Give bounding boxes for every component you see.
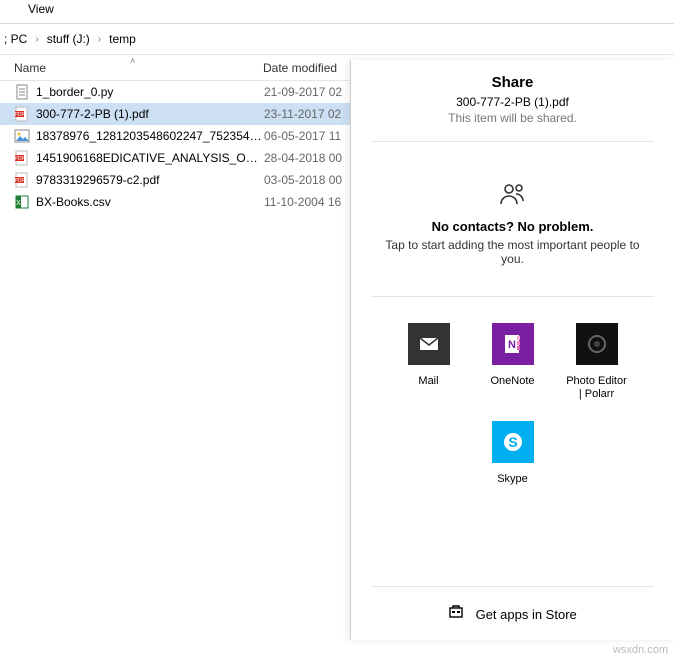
file-date: 21-09-2017 02 — [264, 85, 342, 99]
chevron-right-icon: › — [94, 34, 105, 45]
file-date: 06-05-2017 11 — [264, 129, 341, 143]
chevron-right-icon: › — [31, 34, 42, 45]
file-date: 23-11-2017 02 — [264, 107, 341, 121]
svg-text:PDF: PDF — [15, 112, 25, 118]
file-type-icon: PDF — [14, 150, 30, 166]
col-header-date[interactable]: Date modified — [263, 61, 350, 75]
breadcrumb-seg-drive[interactable]: stuff (J:) — [43, 32, 94, 46]
file-row[interactable]: X BX-Books.csv11-10-2004 16 — [0, 191, 350, 213]
share-header: Share 300-777-2-PB (1).pdf This item wil… — [371, 60, 654, 142]
file-name: 1451906168EDICATIVE_ANALYSIS_OF_DIA... — [36, 151, 264, 165]
file-type-icon — [14, 128, 30, 144]
file-date: 11-10-2004 16 — [264, 195, 341, 209]
people-icon — [383, 182, 642, 213]
contacts-section[interactable]: No contacts? No problem. Tap to start ad… — [371, 142, 654, 297]
app-label: OneNote — [481, 375, 545, 388]
file-type-icon: X — [14, 194, 30, 210]
file-name: 9783319296579-c2.pdf — [36, 173, 264, 187]
svg-text:X: X — [16, 200, 21, 207]
breadcrumb-seg-pc[interactable]: ; PC — [0, 32, 31, 46]
file-row[interactable]: PDF 1451906168EDICATIVE_ANALYSIS_OF_DIA..… — [0, 147, 350, 169]
app-tile-icon: S — [492, 421, 534, 463]
app-tile-icon — [408, 323, 450, 365]
store-label: Get apps in Store — [476, 607, 577, 622]
file-type-icon: PDF — [14, 106, 30, 122]
app-tile-icon: N — [492, 323, 534, 365]
app-tile-icon — [576, 323, 618, 365]
breadcrumb: ; PC › stuff (J:) › temp — [0, 24, 674, 55]
watermark: wsxdn.com — [613, 644, 668, 656]
no-contacts-text: Tap to start adding the most important p… — [383, 238, 642, 266]
ribbon-tabs: View — [0, 0, 674, 24]
app-label: Mail — [397, 375, 461, 388]
file-date: 03-05-2018 00 — [264, 173, 342, 187]
file-date: 28-04-2018 00 — [264, 151, 342, 165]
svg-text:N: N — [508, 339, 516, 351]
file-name: BX-Books.csv — [36, 195, 264, 209]
file-row[interactable]: 18378976_1281203548602247_75235487_o...0… — [0, 125, 350, 147]
share-app[interactable]: Mail — [397, 323, 461, 401]
app-label: Skype — [481, 473, 545, 486]
share-filename: 300-777-2-PB (1).pdf — [383, 95, 642, 109]
file-list: ˄ Name Date modified 1_border_0.py21-09-… — [0, 55, 350, 213]
share-app[interactable]: Photo Editor | Polarr — [565, 323, 629, 401]
share-apps: Mail N OneNote Photo Editor | Polarr S Skype — [351, 297, 674, 487]
file-name: 300-777-2-PB (1).pdf — [36, 107, 264, 121]
no-contacts-title: No contacts? No problem. — [383, 219, 642, 234]
breadcrumb-seg-folder[interactable]: temp — [105, 32, 140, 46]
file-name: 18378976_1281203548602247_75235487_o... — [36, 129, 264, 143]
share-subtitle: This item will be shared. — [383, 111, 642, 125]
sort-asc-icon: ˄ — [130, 56, 135, 66]
file-row[interactable]: PDF 9783319296579-c2.pdf03-05-2018 00 — [0, 169, 350, 191]
store-icon — [448, 608, 467, 622]
svg-text:PDF: PDF — [15, 156, 25, 162]
column-headers: ˄ Name Date modified — [0, 55, 350, 81]
svg-text:PDF: PDF — [15, 178, 25, 184]
file-name: 1_border_0.py — [36, 85, 264, 99]
share-app[interactable]: S Skype — [481, 421, 545, 486]
file-type-icon: PDF — [14, 172, 30, 188]
file-row[interactable]: 1_border_0.py21-09-2017 02 — [0, 81, 350, 103]
file-row[interactable]: PDF 300-777-2-PB (1).pdf23-11-2017 02 — [0, 103, 350, 125]
file-type-icon — [14, 84, 30, 100]
app-label: Photo Editor | Polarr — [565, 375, 629, 401]
tab-view[interactable]: View — [20, 0, 62, 20]
svg-text:S: S — [508, 434, 517, 450]
get-apps-button[interactable]: Get apps in Store — [371, 586, 654, 622]
share-app[interactable]: N OneNote — [481, 323, 545, 401]
share-panel: Share 300-777-2-PB (1).pdf This item wil… — [350, 60, 674, 640]
share-title: Share — [383, 74, 642, 91]
